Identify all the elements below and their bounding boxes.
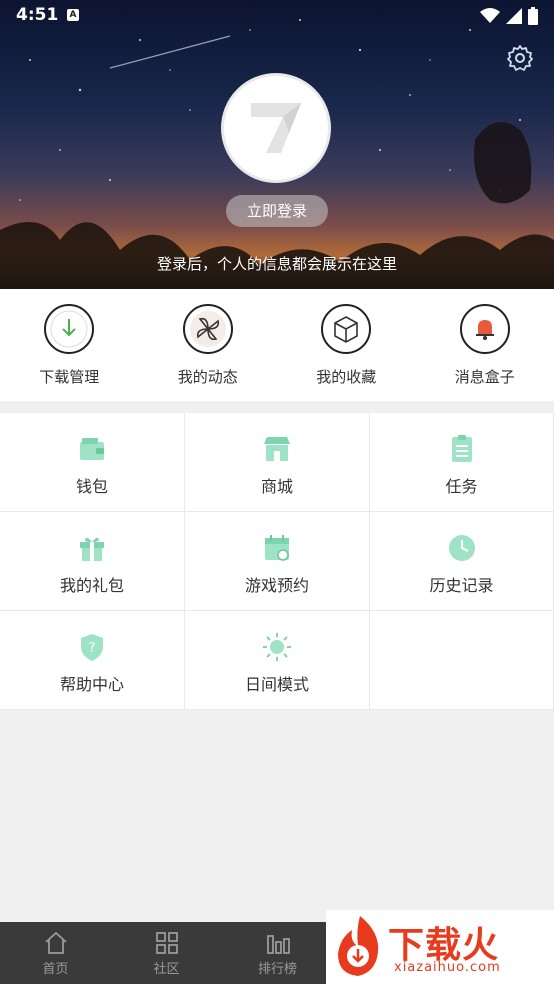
nav-item-community[interactable]: 社区 bbox=[111, 922, 222, 984]
quick-action-label: 我的动态 bbox=[177, 368, 238, 386]
quick-actions: 下载管理 我的动态 我的收藏 消息盒子 bbox=[0, 289, 554, 401]
grid-item-label: 游戏预约 bbox=[244, 576, 309, 595]
quick-action-message-box[interactable]: 消息盒子 bbox=[416, 289, 554, 401]
login-button[interactable]: 立即登录 bbox=[226, 195, 328, 227]
grid-item-store[interactable]: 商城 bbox=[185, 413, 370, 512]
download-icon bbox=[50, 310, 88, 348]
avatar[interactable] bbox=[221, 73, 331, 183]
quick-action-favorites[interactable]: 我的收藏 bbox=[277, 289, 416, 401]
profile-header: 4:51 A 立即登录 登录后，个人的信息都会展示在这里 bbox=[0, 0, 554, 289]
app-logo-icon bbox=[251, 103, 301, 153]
grid-item-label: 我的礼包 bbox=[59, 576, 124, 595]
clipboard-icon bbox=[451, 435, 472, 462]
store-icon bbox=[264, 437, 290, 461]
quick-action-my-posts[interactable]: 我的动态 bbox=[139, 289, 278, 401]
grid-item-day-mode[interactable]: 日间模式 bbox=[185, 611, 370, 710]
grid-item-label: 商城 bbox=[260, 477, 293, 496]
settings-gear-icon[interactable] bbox=[506, 44, 534, 72]
nav-label: 排行榜 bbox=[257, 962, 297, 977]
nav-item-home[interactable]: 首页 bbox=[0, 922, 111, 984]
bell-icon bbox=[466, 311, 503, 347]
grid-icon bbox=[155, 932, 178, 954]
grid-item-game-reservation[interactable]: 游戏预约 bbox=[185, 512, 370, 611]
clock-icon bbox=[448, 535, 475, 561]
nav-item-ranking[interactable]: 排行榜 bbox=[222, 922, 333, 984]
signal-icon bbox=[506, 8, 522, 24]
grid-item-wallet[interactable]: 钱包 bbox=[0, 413, 185, 512]
wallet-icon bbox=[80, 438, 104, 460]
svg-text:?: ? bbox=[89, 641, 96, 656]
status-time: 4:51 bbox=[16, 5, 59, 25]
feature-grid: 钱包 商城 任务 我的礼包 游戏预约 历史记录 ? 帮助中心 日间模式 bbox=[0, 413, 554, 710]
battery-icon bbox=[528, 7, 538, 25]
flame-logo-icon bbox=[338, 916, 379, 976]
pinwheel-icon bbox=[189, 311, 226, 347]
grid-item-tasks[interactable]: 任务 bbox=[370, 413, 554, 512]
grid-empty-cell bbox=[370, 611, 554, 710]
sun-icon bbox=[263, 633, 291, 661]
watermark: 下载火 xiazaihuo.com bbox=[326, 910, 554, 984]
nav-label: 首页 bbox=[42, 962, 69, 977]
status-bar: 4:51 A bbox=[0, 0, 554, 32]
grid-item-help-center[interactable]: ? 帮助中心 bbox=[0, 611, 185, 710]
box-icon bbox=[328, 311, 365, 347]
grid-item-history[interactable]: 历史记录 bbox=[370, 512, 554, 611]
quick-action-label: 我的收藏 bbox=[316, 368, 377, 386]
grid-item-label: 历史记录 bbox=[429, 576, 494, 595]
grid-item-label: 任务 bbox=[445, 477, 478, 496]
wifi-icon bbox=[480, 8, 500, 23]
login-hint-text: 登录后，个人的信息都会展示在这里 bbox=[156, 255, 397, 273]
gift-icon bbox=[80, 537, 104, 561]
nav-label: 社区 bbox=[153, 962, 180, 977]
system-icons bbox=[480, 7, 538, 25]
help-shield-icon: ? bbox=[81, 634, 103, 661]
grid-item-label: 帮助中心 bbox=[59, 675, 124, 694]
watermark-url: xiazaihuo.com bbox=[394, 960, 501, 975]
quick-action-label: 消息盒子 bbox=[454, 368, 515, 386]
ranking-icon bbox=[266, 935, 290, 954]
notification-badge-icon: A bbox=[67, 9, 79, 21]
quick-action-label: 下载管理 bbox=[39, 368, 100, 386]
calendar-icon bbox=[265, 535, 289, 561]
grid-item-label: 日间模式 bbox=[244, 675, 309, 694]
quick-action-download-manager[interactable]: 下载管理 bbox=[0, 289, 139, 401]
grid-item-label: 钱包 bbox=[75, 477, 108, 496]
home-icon bbox=[44, 931, 67, 954]
grid-item-my-gifts[interactable]: 我的礼包 bbox=[0, 512, 185, 611]
